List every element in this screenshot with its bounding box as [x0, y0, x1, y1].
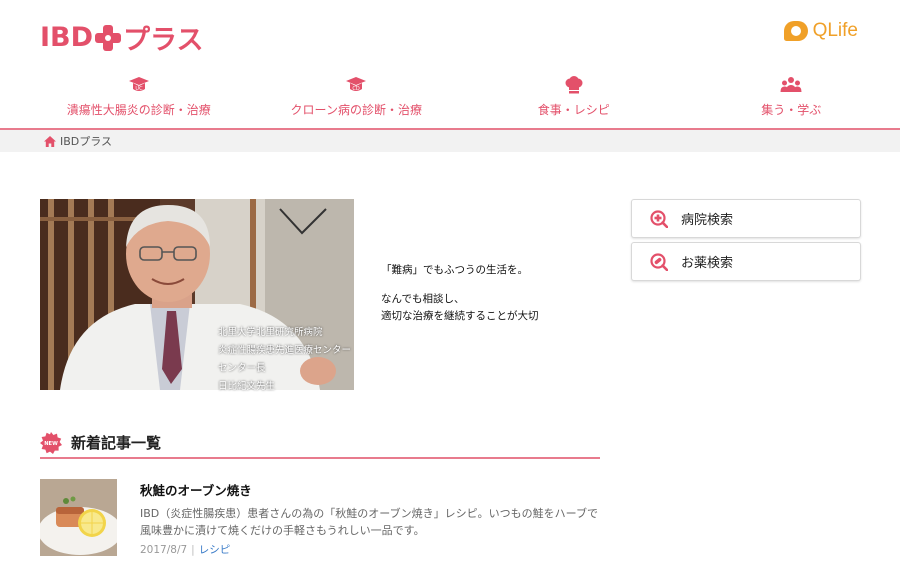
nav-item-uc[interactable]: UC 潰瘍性大腸炎の診断・治療 — [30, 76, 248, 128]
nav-label: 食事・レシピ — [537, 103, 610, 117]
qlife-logo[interactable]: QLife — [783, 20, 858, 42]
nav-label: クローン病の診断・治療 — [290, 103, 422, 117]
hero-quote-line: 適切な治療を継続することが大切 — [381, 310, 539, 322]
article-item[interactable]: 秋鮭のオーブン焼き IBD（炎症性腸疾患）患者さんの為の「秋鮭のオーブン焼き」レ… — [40, 479, 600, 559]
doctor-caption: 北里大学北里研究所病院 炎症性腸疾患先進医療センター センター長 日比紀文先生 — [218, 324, 351, 396]
breadcrumb: IBDプラス — [0, 130, 900, 152]
nav-label: 集う・学ぶ — [761, 103, 822, 117]
home-icon — [44, 135, 56, 147]
graduation-cap-cd-icon: CD — [345, 76, 367, 94]
medicine-search-icon — [650, 252, 668, 271]
qlife-text: QLife — [812, 20, 858, 41]
article-date: 2017/8/7 — [140, 544, 188, 556]
new-articles-header: NEW 新着記事一覧 — [40, 428, 600, 459]
hospital-search-button[interactable]: 病院検索 — [631, 199, 861, 238]
logo-ibd-text: IBD — [40, 22, 94, 53]
medicine-search-label: お薬検索 — [681, 256, 734, 271]
nav-item-food[interactable]: 食事・レシピ — [465, 76, 683, 128]
people-icon — [780, 76, 802, 94]
graduation-cap-uc-icon: UC — [128, 76, 150, 94]
article-thumbnail[interactable] — [40, 479, 117, 556]
ibd-plus-logo[interactable]: IBD プラス — [40, 18, 204, 57]
hero-quote-line: なんでも相談し、 — [381, 293, 465, 305]
article-category-link[interactable]: レシピ — [199, 544, 231, 556]
hero-quote: 「難病」でもふつうの生活を。 なんでも相談し、 適切な治療を継続することが大切 — [381, 262, 539, 325]
article-description: IBD（炎症性腸疾患）患者さんの為の「秋鮭のオーブン焼き」レシピ。いつもの鮭をハ… — [140, 507, 598, 537]
meta-separator: | — [191, 544, 195, 556]
medicine-search-button[interactable]: お薬検索 — [631, 242, 861, 281]
logo-cross-icon — [95, 24, 122, 51]
section-title: 新着記事一覧 — [71, 434, 162, 452]
caption-line: センター長 — [218, 363, 266, 374]
article-meta: 2017/8/7 | レシピ — [140, 542, 230, 557]
logo-plus-text: プラス — [123, 25, 204, 56]
caption-line: 日比紀文先生 — [218, 381, 276, 392]
caption-line: 北里大学北里研究所病院 — [218, 327, 323, 338]
chef-hat-icon — [563, 76, 585, 94]
svg-text:UC: UC — [135, 86, 143, 92]
breadcrumb-home-link[interactable]: IBDプラス — [60, 133, 112, 149]
svg-text:NEW: NEW — [44, 441, 58, 447]
caption-line: 炎症性腸疾患先進医療センター — [218, 345, 352, 356]
nav-label: 潰瘍性大腸炎の診断・治療 — [66, 103, 211, 117]
nav-item-community[interactable]: 集う・学ぶ — [683, 76, 900, 128]
main-nav: UC 潰瘍性大腸炎の診断・治療 CD クローン病の診断・治療 食事・レシピ 集う… — [0, 76, 900, 128]
hospital-search-label: 病院検索 — [681, 213, 734, 228]
article-title-link[interactable]: 秋鮭のオーブン焼き — [140, 480, 252, 499]
nav-item-cd[interactable]: CD クローン病の診断・治療 — [248, 76, 466, 128]
qlife-mark-icon — [783, 21, 808, 41]
hero-quote-line: 「難病」でもふつうの生活を。 — [381, 264, 528, 276]
hospital-search-icon — [650, 209, 668, 228]
new-badge-icon: NEW — [40, 431, 62, 454]
svg-text:CD: CD — [353, 86, 360, 92]
